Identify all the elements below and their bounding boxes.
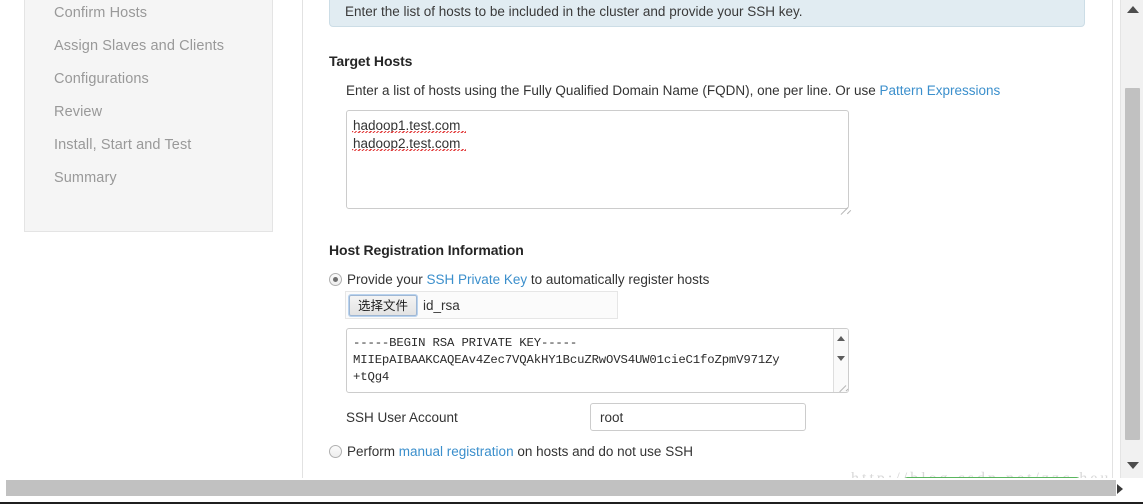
manual-registration-label: Perform manual registration on hosts and…	[347, 444, 693, 459]
wizard-step-sidebar: Confirm Hosts Assign Slaves and Clients …	[24, 0, 273, 232]
sidebar-item-assign-slaves-and-clients[interactable]: Assign Slaves and Clients	[54, 39, 224, 54]
horizontal-scrollbar[interactable]	[0, 478, 1143, 502]
scroll-down-arrow-icon[interactable]	[1127, 462, 1139, 469]
browser-viewport: Confirm Hosts Assign Slaves and Clients …	[0, 0, 1143, 504]
selected-file-name: id_rsa	[423, 298, 460, 313]
info-banner: Enter the list of hosts to be included i…	[329, 0, 1085, 27]
sidebar-item-review[interactable]: Review	[54, 105, 102, 120]
spellcheck-underline-host2	[352, 149, 466, 151]
ssh-private-key-content: -----BEGIN RSA PRIVATE KEY----- MIIEpAIB…	[353, 336, 780, 384]
spellcheck-underline-host1	[352, 131, 466, 133]
host-registration-heading: Host Registration Information	[329, 242, 524, 258]
radio-provide-ssh-key[interactable]	[329, 273, 342, 286]
ssh-key-resize-grip[interactable]	[837, 377, 848, 392]
radio-manual-registration[interactable]	[329, 445, 342, 458]
ssh-key-scrollbar[interactable]	[833, 329, 848, 392]
sidebar-item-confirm-hosts[interactable]: Confirm Hosts	[54, 6, 147, 21]
page-right-divider	[1112, 0, 1113, 478]
scroll-down-icon[interactable]	[837, 356, 845, 361]
provide-ssh-key-text-before: Provide your	[347, 272, 427, 287]
manual-registration-text-after: on hosts and do not use SSH	[513, 444, 693, 459]
choose-file-button[interactable]: 选择文件	[349, 295, 417, 316]
ssh-user-account-label: SSH User Account	[346, 410, 458, 425]
provide-ssh-key-text-after: to automatically register hosts	[527, 272, 710, 287]
target-hosts-textarea[interactable]	[346, 110, 849, 209]
scroll-up-icon[interactable]	[837, 336, 845, 341]
scroll-right-arrow-icon[interactable]	[1117, 484, 1123, 494]
target-hosts-description-text: Enter a list of hosts using the Fully Qu…	[346, 83, 880, 98]
vertical-scrollbar-thumb[interactable]	[1125, 88, 1140, 440]
provide-ssh-key-label: Provide your SSH Private Key to automati…	[347, 272, 709, 287]
pattern-expressions-link[interactable]: Pattern Expressions	[879, 83, 1000, 98]
ssh-user-account-input[interactable]	[590, 403, 806, 431]
sidebar-item-summary[interactable]: Summary	[54, 171, 117, 186]
target-hosts-description: Enter a list of hosts using the Fully Qu…	[346, 83, 1000, 98]
target-hosts-heading: Target Hosts	[329, 53, 413, 69]
content-divider	[302, 0, 303, 478]
horizontal-scrollbar-thumb[interactable]	[6, 480, 1116, 496]
ssh-private-key-link[interactable]: SSH Private Key	[427, 272, 528, 287]
ssh-private-key-textarea[interactable]: -----BEGIN RSA PRIVATE KEY----- MIIEpAIB…	[346, 328, 849, 393]
info-banner-text: Enter the list of hosts to be included i…	[345, 4, 803, 19]
manual-registration-link[interactable]: manual registration	[399, 444, 514, 459]
manual-registration-text-before: Perform	[347, 444, 399, 459]
sidebar-item-install-start-and-test[interactable]: Install, Start and Test	[54, 138, 191, 153]
vertical-scrollbar[interactable]	[1120, 0, 1143, 478]
sidebar-item-configurations[interactable]: Configurations	[54, 72, 149, 87]
scroll-up-arrow-icon[interactable]	[1127, 6, 1139, 13]
